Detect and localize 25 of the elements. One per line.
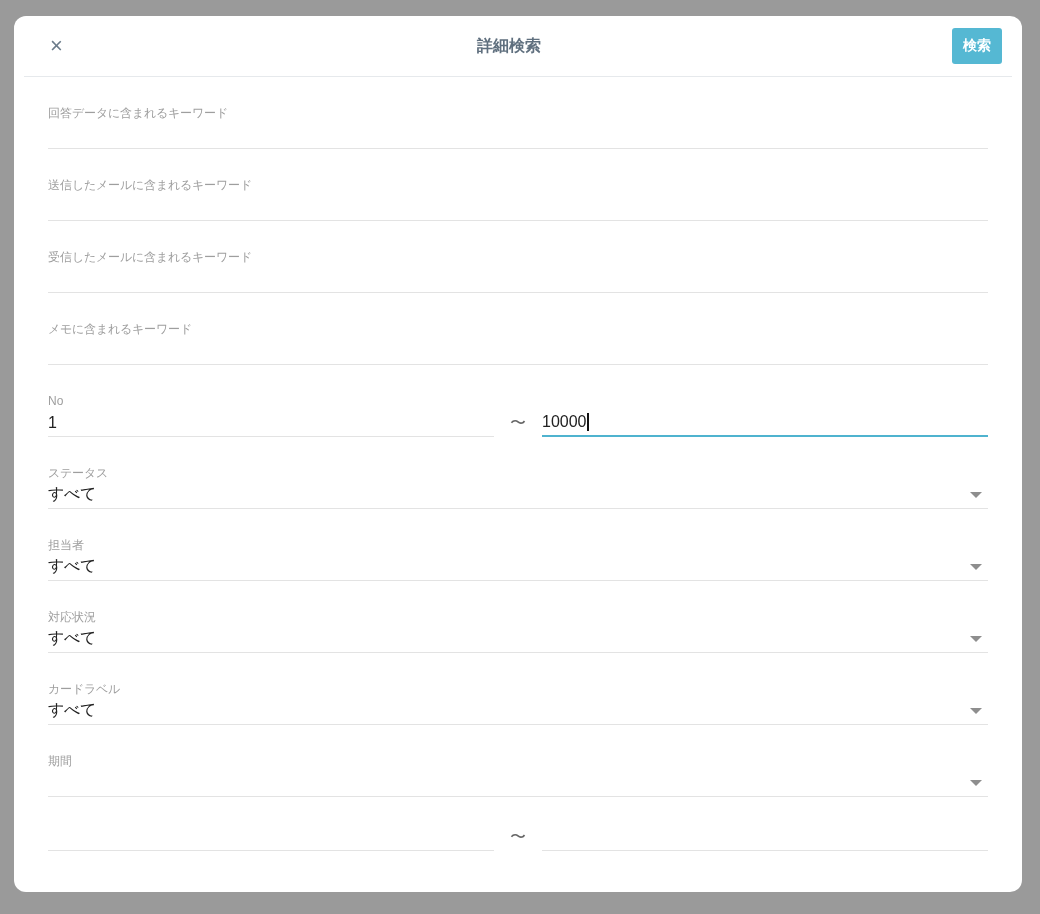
field-label: カードラベル	[48, 681, 121, 697]
range-separator: 〜	[509, 827, 527, 847]
dialog-title: 詳細検索	[477, 35, 542, 56]
dropdown[interactable]: すべて	[48, 625, 988, 653]
field-label: 受信したメールに含まれるキーワード	[48, 249, 253, 265]
field-label: 期間	[48, 753, 73, 769]
input-field[interactable]: 1	[48, 409, 494, 437]
caret-icon	[970, 635, 982, 642]
dropdown[interactable]: すべて	[48, 553, 988, 581]
caret-icon	[970, 491, 982, 498]
field-label: No	[48, 393, 65, 409]
field-label: 送信したメールに含まれるキーワード	[48, 177, 253, 193]
field-label: メモに含まれるキーワード	[48, 321, 193, 337]
field-label: 対応状況	[48, 609, 97, 625]
range-separator: 〜	[509, 413, 527, 433]
caret-icon	[970, 563, 982, 570]
caret-icon	[970, 779, 982, 786]
input-field[interactable]: 10000	[542, 409, 988, 437]
field-label: ステータス	[48, 465, 109, 481]
field-label: 担当者	[48, 537, 85, 553]
close-button[interactable]: ×	[46, 35, 67, 57]
caret-icon	[970, 707, 982, 714]
field-label: 回答データに含まれるキーワード	[48, 105, 229, 121]
dropdown[interactable]: すべて	[48, 481, 988, 509]
dropdown[interactable]: すべて	[48, 697, 988, 725]
